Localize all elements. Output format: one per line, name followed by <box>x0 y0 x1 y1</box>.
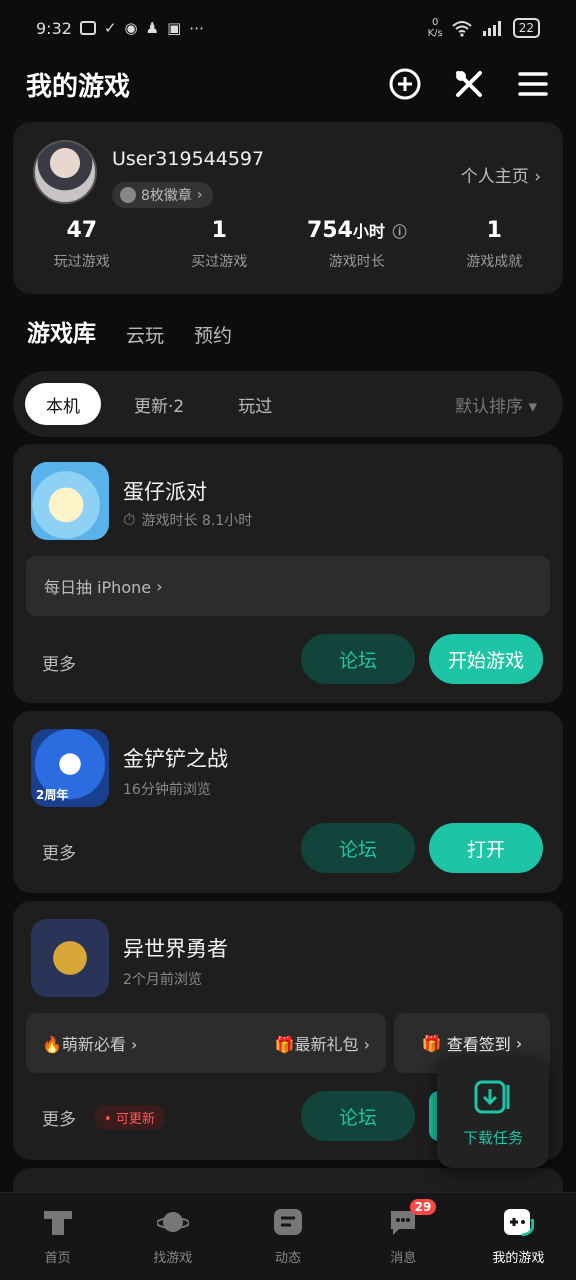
nav-feed[interactable]: 动态 <box>230 1193 345 1280</box>
timer-icon: ⏱ <box>123 510 136 529</box>
more-link[interactable]: 更多 <box>42 1105 76 1130</box>
filter-bar: 本机 更新·2 玩过 默认排序 ▾ <box>13 371 563 437</box>
gift-icon: 🎁 <box>421 1033 442 1053</box>
start-game-button[interactable]: 开始游戏 <box>429 634 543 684</box>
page-title: 我的游戏 <box>26 71 131 102</box>
tools-icon[interactable] <box>452 67 486 101</box>
feed-icon <box>274 1209 302 1235</box>
guide-banner: 🔥萌新必看 › 🎁最新礼包 › <box>26 1013 386 1073</box>
add-icon[interactable] <box>388 67 422 101</box>
filter-local[interactable]: 本机 <box>25 383 101 425</box>
status-bar: 9:32 ✓ ◉ ♟ ▣ ⋯ 0 K/s 22 <box>0 0 576 56</box>
badges-pill[interactable]: 8枚徽章 › <box>112 182 213 208</box>
video-icon <box>79 21 96 35</box>
app-icon: ◉ <box>124 19 138 37</box>
promo-banner[interactable]: 每日抽 iPhone › <box>26 556 550 616</box>
game-playtime: ⏱ 游戏时长 8.1小时 <box>123 510 253 529</box>
download-tasks-label: 下载任务 <box>462 1128 523 1147</box>
tab-cloud-play[interactable]: 云玩 <box>126 321 164 348</box>
filter-updates[interactable]: 更新·2 <box>113 383 205 425</box>
nav-home[interactable]: 首页 <box>0 1193 115 1280</box>
game-card-tft[interactable]: 2周年 金铲铲之战 16分钟前浏览 更多 论坛 打开 <box>13 711 563 893</box>
more-row: 更多 • 可更新 <box>42 1105 165 1130</box>
qq-icon: ♟ <box>145 19 160 37</box>
stat-achievements[interactable]: 1 游戏成就 <box>426 218 564 271</box>
open-button[interactable]: 打开 <box>429 823 543 873</box>
nav-find-games[interactable]: 找游戏 <box>115 1193 230 1280</box>
profile-card[interactable]: User319544597 8枚徽章 › 个人主页 › 47 玩过游戏 1 买过… <box>13 122 563 294</box>
top-bar: 我的游戏 <box>0 56 576 112</box>
download-icon <box>474 1080 510 1113</box>
more-icon: ⋯ <box>189 19 205 37</box>
filter-played[interactable]: 玩过 <box>217 383 293 425</box>
game-icon[interactable] <box>31 919 109 997</box>
more-link[interactable]: 更多 <box>42 650 76 675</box>
chevron-right-icon: › <box>534 167 541 187</box>
game-icon[interactable]: 2周年 <box>31 729 109 807</box>
info-icon[interactable]: ⓘ <box>393 225 407 241</box>
message-badge: 29 <box>409 1199 437 1215</box>
download-tasks-button[interactable]: 下载任务 <box>437 1056 549 1168</box>
badge-icon <box>120 187 136 203</box>
status-time: 9:32 <box>36 18 72 38</box>
tab-reservations[interactable]: 预约 <box>194 321 232 348</box>
signal-icon <box>482 21 501 36</box>
gift-pack-link[interactable]: 🎁最新礼包 › <box>275 1031 370 1055</box>
h-app-icon: ▣ <box>167 19 182 37</box>
wifi-icon <box>452 21 472 37</box>
game-name: 金铲铲之战 <box>123 747 228 771</box>
sort-dropdown[interactable]: 默认排序 ▾ <box>455 392 551 417</box>
game-name: 异世界勇者 <box>123 937 228 961</box>
game-card-eggy-party[interactable]: 蛋仔派对 ⏱ 游戏时长 8.1小时 每日抽 iPhone › 更多 论坛 开始游… <box>13 444 563 703</box>
stat-playtime[interactable]: 754小时 ⓘ 游戏时长 <box>288 218 426 271</box>
chevron-right-icon: › <box>156 576 163 596</box>
gamepad-icon <box>504 1209 535 1237</box>
game-name: 蛋仔派对 <box>123 480 207 504</box>
avatar[interactable] <box>33 140 97 204</box>
more-link[interactable]: 更多 <box>42 839 76 864</box>
library-tabs: 游戏库 云玩 预约 <box>27 314 232 351</box>
planet-icon <box>156 1212 189 1232</box>
nav-my-games[interactable]: 我的游戏 <box>461 1193 576 1280</box>
nav-messages[interactable]: 29 消息 <box>346 1193 461 1280</box>
homepage-link[interactable]: 个人主页 › <box>461 162 541 187</box>
stat-bought[interactable]: 1 买过游戏 <box>151 218 289 271</box>
game-last-viewed: 16分钟前浏览 <box>123 782 211 798</box>
game-last-viewed: 2个月前浏览 <box>123 972 202 988</box>
game-icon[interactable] <box>31 462 109 540</box>
home-icon <box>43 1211 72 1235</box>
forum-button[interactable]: 论坛 <box>301 1091 415 1141</box>
bottom-nav: 首页 找游戏 动态 29 消息 我的游戏 <box>0 1192 576 1280</box>
badges-label: 8枚徽章 <box>141 188 192 204</box>
stat-played[interactable]: 47 玩过游戏 <box>13 218 151 271</box>
newbie-guide-link[interactable]: 🔥萌新必看 › <box>42 1031 137 1055</box>
stats-row: 47 玩过游戏 1 买过游戏 754小时 ⓘ 游戏时长 1 游戏成就 <box>13 218 563 271</box>
username: User319544597 <box>112 148 265 170</box>
chevron-right-icon: › <box>196 187 203 203</box>
forum-button[interactable]: 论坛 <box>301 634 415 684</box>
check-icon: ✓ <box>103 19 117 37</box>
forum-button[interactable]: 论坛 <box>301 823 415 873</box>
battery-indicator: 22 <box>512 18 540 38</box>
menu-icon[interactable] <box>516 67 550 101</box>
tab-library[interactable]: 游戏库 <box>27 314 96 351</box>
update-badge: • 可更新 <box>94 1105 165 1130</box>
net-speed: 0 K/s <box>427 17 443 39</box>
